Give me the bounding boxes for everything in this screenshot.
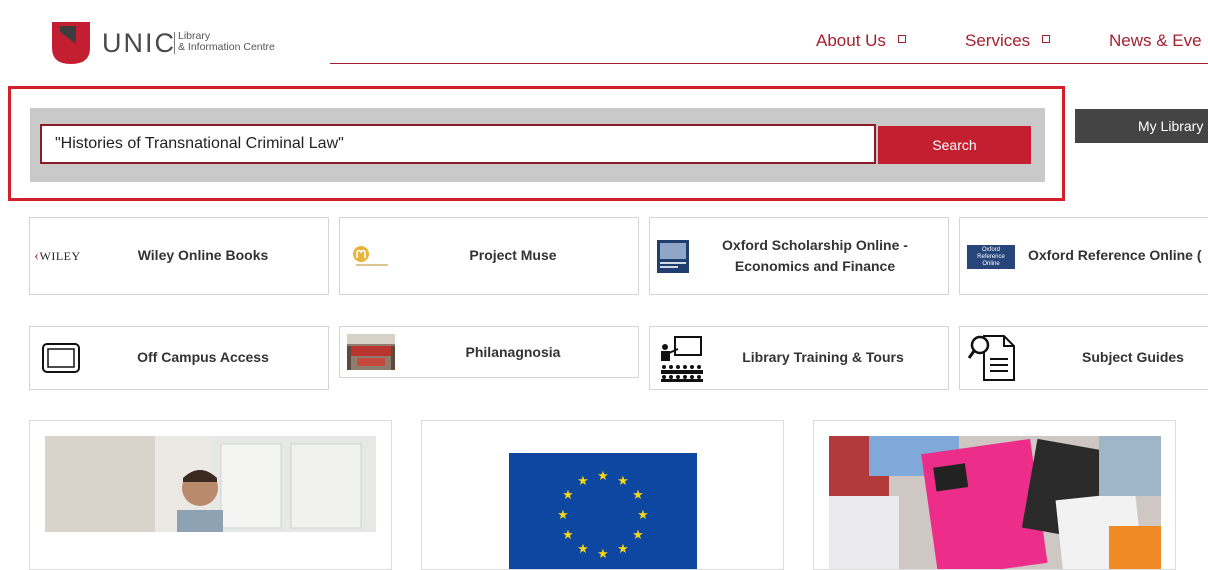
- tile-label: Library Training & Tours: [742, 349, 904, 365]
- tile-subject-guides[interactable]: Subject Guides: [959, 326, 1208, 390]
- document-search-icon: [968, 335, 1015, 381]
- my-library-button[interactable]: My Library: [1075, 109, 1208, 143]
- person-with-laptop-photo-icon: [45, 436, 376, 532]
- tablet-icon: [42, 343, 80, 373]
- tile-label: Project Muse: [469, 247, 557, 263]
- tile-philanagnosia[interactable]: Philanagnosia: [339, 326, 639, 378]
- svg-text:★: ★: [617, 542, 629, 557]
- svg-text:★: ★: [562, 488, 574, 503]
- library-room-photo-icon: [347, 334, 395, 370]
- unic-logo[interactable]: UNIC Library & Information Centre: [50, 20, 290, 66]
- nav-news-events-label: News & Eve: [1109, 31, 1202, 50]
- magazines-photo-icon: [829, 436, 1161, 569]
- oxford-reference-logo-icon: Oxford Reference Online: [967, 245, 1015, 269]
- tile-label: Oxford Reference Online (: [1028, 247, 1202, 263]
- logo-wordmark: UNIC: [102, 28, 176, 58]
- tile-library-training-tours[interactable]: Library Training & Tours: [649, 326, 949, 390]
- logo-subtitle-line2: & Information Centre: [178, 41, 275, 53]
- tile-project-muse[interactable]: Project Muse: [339, 217, 639, 295]
- tile-label-line2: Economics and Finance: [734, 258, 896, 274]
- svg-text:★: ★: [557, 508, 569, 523]
- svg-text:★: ★: [597, 469, 609, 484]
- svg-text:★: ★: [562, 528, 574, 543]
- tile-off-campus-access[interactable]: Off Campus Access: [29, 326, 329, 390]
- wiley-logo-icon: ‹WILEY: [34, 248, 81, 264]
- logo-separator: [174, 32, 175, 54]
- my-library-label: My Library: [1138, 118, 1204, 134]
- tile-oxford-scholarship-online[interactable]: Oxford Scholarship Online - Economics an…: [649, 217, 949, 295]
- nav-about-us[interactable]: About Us: [816, 31, 906, 51]
- dropdown-square-icon: [1042, 35, 1051, 43]
- nav-news-events[interactable]: News & Eve: [1109, 31, 1202, 51]
- svg-text:★: ★: [577, 542, 589, 557]
- eu-flag-icon: ★ ★ ★ ★ ★ ★ ★ ★ ★ ★ ★ ★: [509, 453, 697, 569]
- svg-text:★: ★: [617, 474, 629, 489]
- tile-label: Off Campus Access: [137, 349, 269, 365]
- oxford-book-icon: [657, 240, 689, 273]
- logo-subtitle: Library & Information Centre: [178, 31, 275, 53]
- nav-about-us-label: About Us: [816, 31, 886, 50]
- presentation-classroom-icon: [661, 336, 703, 382]
- nav-services-label: Services: [965, 31, 1031, 50]
- dropdown-square-icon: [897, 35, 906, 43]
- tile-label: Oxford Scholarship Online - Economics an…: [700, 235, 930, 277]
- tile-label: Subject Guides: [1082, 349, 1184, 365]
- tile-label: Wiley Online Books: [137, 247, 269, 263]
- svg-text:★: ★: [577, 474, 589, 489]
- card-eu-flag[interactable]: ★ ★ ★ ★ ★ ★ ★ ★ ★ ★ ★ ★: [421, 420, 784, 570]
- nav-services[interactable]: Services: [965, 31, 1051, 51]
- tile-label-line1: Oxford Scholarship Online -: [722, 237, 908, 253]
- svg-text:★: ★: [632, 488, 644, 503]
- tile-wiley-online-books[interactable]: ‹WILEY Wiley Online Books: [29, 217, 329, 295]
- search-highlight-frame: [8, 86, 1065, 201]
- unic-shield-icon: [52, 22, 90, 64]
- svg-text:★: ★: [597, 547, 609, 562]
- card-person-reading[interactable]: [29, 420, 392, 570]
- tile-oxford-reference-online[interactable]: Oxford Reference Online Oxford Reference O…: [959, 217, 1208, 295]
- tile-label: Philanagnosia: [465, 344, 561, 360]
- svg-text:★: ★: [632, 528, 644, 543]
- main-navigation: About Us Services News & Eve: [330, 0, 1208, 64]
- svg-text:★: ★: [637, 508, 649, 523]
- card-magazines[interactable]: [813, 420, 1176, 570]
- project-muse-logo-icon: [353, 246, 388, 266]
